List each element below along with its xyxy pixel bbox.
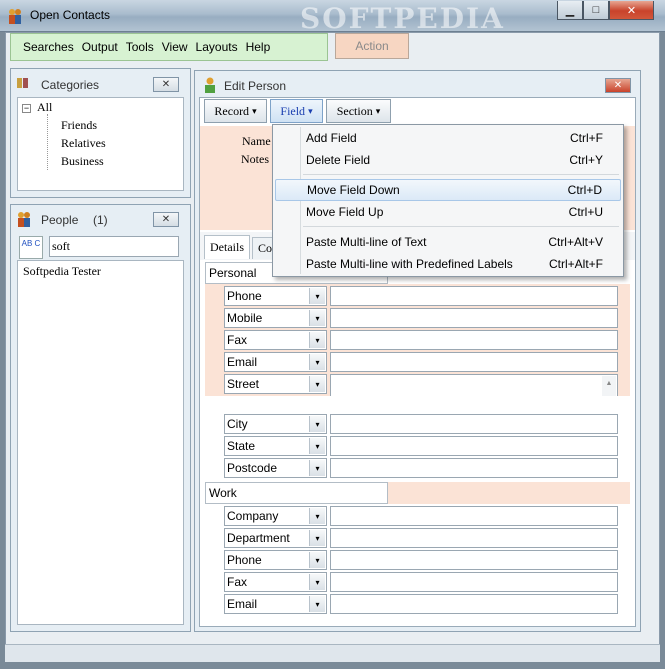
menu-item-paste-multiline-labels[interactable]: Paste Multi-line with Predefined Labels … — [275, 253, 621, 275]
people-count: (1) — [93, 213, 108, 227]
field-dropdown[interactable]: Field ▾ — [270, 99, 323, 123]
person-icon — [203, 77, 217, 96]
chevron-down-icon[interactable]: ▾ — [309, 332, 325, 348]
tab-details[interactable]: Details — [204, 235, 250, 259]
chevron-down-icon: ▾ — [308, 105, 313, 116]
field-type-combo[interactable]: Fax ▾ — [224, 572, 327, 592]
name-label: Name — [242, 134, 271, 148]
menu-searches[interactable]: Searches — [19, 40, 78, 54]
chevron-down-icon[interactable]: ▾ — [309, 596, 325, 612]
window-title: Open Contacts — [30, 8, 111, 22]
menu-separator — [303, 226, 619, 227]
people-panel: People (1) ✕ AB C Softpedia Tester — [10, 204, 191, 632]
menu-output[interactable]: Output — [78, 40, 122, 54]
field-type-combo[interactable]: City ▾ — [224, 414, 327, 434]
section-label: Section — [336, 103, 373, 118]
menu-bar: Searches Output Tools View Layouts Help — [10, 33, 328, 61]
field-label: Field — [280, 103, 306, 118]
tree-expander[interactable]: − — [22, 104, 31, 113]
field-type-combo[interactable]: State ▾ — [224, 436, 327, 456]
field-value-input[interactable] — [330, 414, 618, 434]
chevron-down-icon[interactable]: ▾ — [309, 288, 325, 304]
field-type-combo[interactable]: Phone ▾ — [224, 286, 327, 306]
field-value-input[interactable] — [330, 436, 618, 456]
chevron-down-icon[interactable]: ▾ — [309, 438, 325, 454]
tree-line — [47, 114, 48, 170]
menu-item-add-field[interactable]: Add Field Ctrl+F — [275, 127, 621, 149]
categories-close-button[interactable]: ✕ — [153, 77, 179, 92]
action-button[interactable]: Action — [335, 33, 409, 59]
menu-item-move-field-up[interactable]: Move Field Up Ctrl+U — [275, 201, 621, 223]
notes-label: Notes — [241, 152, 269, 166]
chevron-down-icon[interactable]: ▾ — [309, 460, 325, 476]
close-button[interactable]: ✕ — [609, 1, 654, 20]
minimize-button[interactable]: ▁ — [557, 1, 583, 20]
tree-item-all[interactable]: All — [37, 100, 52, 115]
people-close-button[interactable]: ✕ — [153, 212, 179, 227]
tags-icon — [16, 76, 30, 93]
menu-help[interactable]: Help — [242, 40, 275, 54]
field-value-input[interactable] — [330, 528, 618, 548]
watermark: SOFTPEDIA — [300, 2, 505, 35]
field-type-combo[interactable]: Company ▾ — [224, 506, 327, 526]
field-type-combo[interactable]: Email ▾ — [224, 594, 327, 614]
field-value-input[interactable] — [330, 330, 618, 350]
chevron-down-icon[interactable]: ▾ — [309, 416, 325, 432]
field-value-input[interactable] — [330, 550, 618, 570]
field-value-input[interactable] — [330, 506, 618, 526]
people-title: People — [41, 213, 79, 227]
chevron-down-icon[interactable]: ▾ — [309, 310, 325, 326]
people-search-input[interactable] — [49, 236, 179, 257]
field-type-combo[interactable]: Department ▾ — [224, 528, 327, 548]
menu-item-move-field-down[interactable]: Move Field Down Ctrl+D — [275, 179, 621, 201]
record-dropdown[interactable]: Record ▾ — [204, 99, 267, 123]
menu-view[interactable]: View — [158, 40, 192, 54]
field-value-input[interactable] — [330, 286, 618, 306]
sort-abc-icon[interactable]: AB C — [19, 236, 43, 259]
work-section-title[interactable]: Work — [205, 482, 388, 504]
people-icon — [17, 211, 31, 230]
menu-item-paste-multiline-text[interactable]: Paste Multi-line of Text Ctrl+Alt+V — [275, 231, 621, 253]
list-item[interactable]: Softpedia Tester — [23, 264, 101, 279]
chevron-down-icon[interactable]: ▾ — [309, 552, 325, 568]
field-type-combo[interactable]: Phone ▾ — [224, 550, 327, 570]
chevron-down-icon: ▾ — [252, 105, 257, 116]
field-type-combo[interactable]: Mobile ▾ — [224, 308, 327, 328]
field-menu: Add Field Ctrl+F Delete Field Ctrl+Y Mov… — [272, 124, 624, 277]
maximize-button[interactable]: □ — [583, 1, 609, 20]
chevron-down-icon: ▾ — [375, 105, 381, 116]
field-value-input[interactable] — [330, 352, 618, 372]
chevron-down-icon[interactable]: ▾ — [309, 574, 325, 590]
field-value-input[interactable] — [330, 594, 618, 614]
field-value-input[interactable] — [330, 308, 618, 328]
tree-item-friends[interactable]: Friends — [61, 118, 97, 133]
chevron-down-icon[interactable]: ▾ — [309, 354, 325, 370]
edit-person-title: Edit Person — [224, 79, 287, 93]
menu-item-delete-field[interactable]: Delete Field Ctrl+Y — [275, 149, 621, 171]
people-icon — [8, 8, 22, 24]
field-value-input[interactable] — [330, 458, 618, 478]
section-dropdown[interactable]: Section ▾ — [326, 99, 391, 123]
field-type-combo[interactable]: Street ▾ — [224, 374, 327, 394]
edit-person-close-button[interactable]: ✕ — [605, 78, 631, 93]
categories-title: Categories — [41, 78, 100, 92]
field-type-combo[interactable]: Postcode ▾ — [224, 458, 327, 478]
chevron-down-icon[interactable]: ▾ — [309, 508, 325, 524]
menu-layouts[interactable]: Layouts — [192, 40, 242, 54]
menu-separator — [303, 174, 619, 175]
record-label: Record — [214, 103, 250, 118]
menu-tools[interactable]: Tools — [122, 40, 158, 54]
tree-item-relatives[interactable]: Relatives — [61, 136, 106, 151]
tree-item-business[interactable]: Business — [61, 154, 104, 169]
status-bar — [5, 644, 660, 662]
categories-panel: Categories ✕ − All Friends Relatives Bus… — [10, 68, 191, 198]
field-type-combo[interactable]: Fax ▾ — [224, 330, 327, 350]
chevron-down-icon[interactable]: ▾ — [309, 530, 325, 546]
field-value-input[interactable] — [330, 572, 618, 592]
categories-tree: − All Friends Relatives Business — [17, 97, 184, 191]
people-list: Softpedia Tester — [17, 260, 184, 625]
chevron-down-icon[interactable]: ▾ — [309, 376, 325, 392]
field-type-combo[interactable]: Email ▾ — [224, 352, 327, 372]
